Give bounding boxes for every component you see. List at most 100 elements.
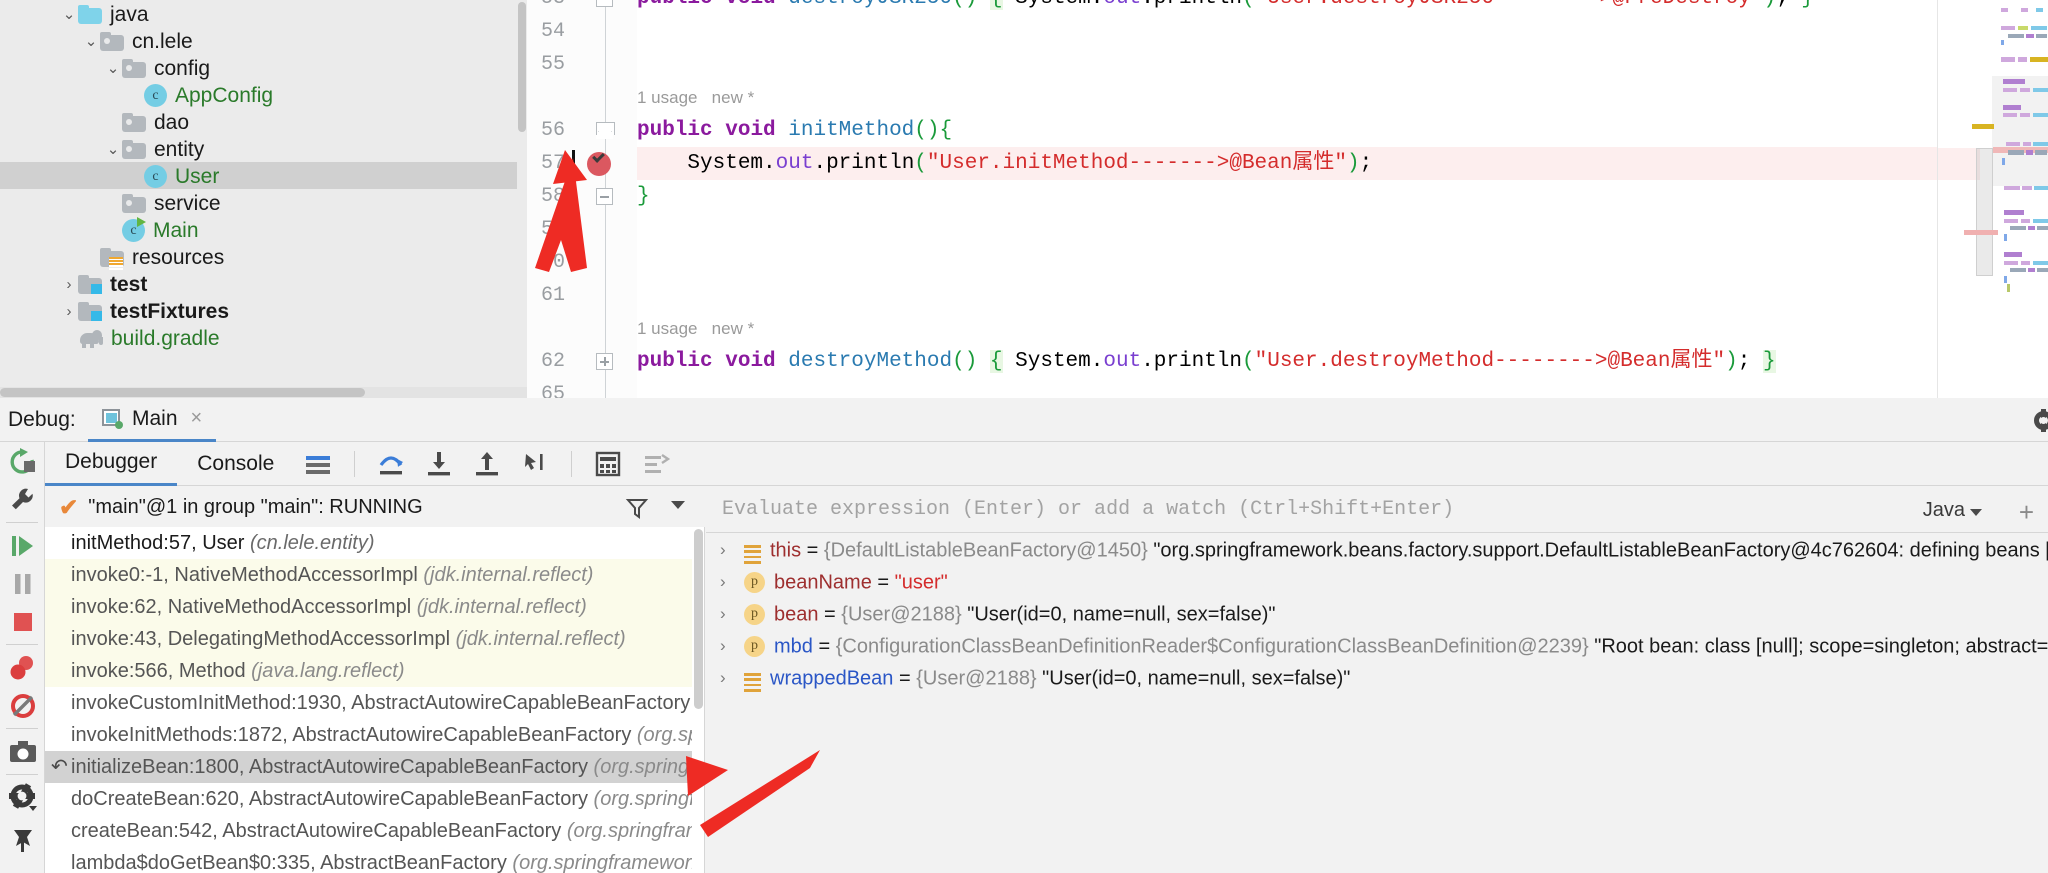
chevron-down-icon[interactable]: ⌄: [104, 136, 122, 163]
frame-method-label: lambda$doGetBean$0:335, AbstractBeanFact…: [71, 852, 507, 873]
tab-debugger[interactable]: Debugger: [45, 442, 178, 486]
scrollbar-thumb[interactable]: [518, 2, 526, 132]
evaluate-expression-input[interactable]: Evaluate expression (Enter) or add a wat…: [722, 498, 1454, 521]
step-into-icon[interactable]: [424, 449, 454, 479]
chevron-right-icon[interactable]: ›: [60, 298, 78, 325]
variables-panel[interactable]: › this = {DefaultListableBeanFactory@1450…: [706, 534, 2048, 873]
step-over-icon[interactable]: [376, 449, 406, 479]
tab-console[interactable]: Console: [177, 442, 294, 486]
frame-row[interactable]: doCreateBean:620, AbstractAutowireCapabl…: [45, 783, 704, 815]
code-editor[interactable]: 5354555657585960616265 public void destr…: [527, 0, 2048, 406]
filter-icon[interactable]: [625, 496, 649, 520]
project-tool-window[interactable]: ⌄ java ⌄ cn.lele ⌄ config AppConfig dao ⌄ entity U…: [0, 0, 527, 398]
settings-wrench-icon[interactable]: [7, 484, 39, 516]
tree-item-user[interactable]: User: [0, 162, 527, 189]
runnable-class-icon: [122, 216, 146, 242]
stop-icon[interactable]: [7, 606, 39, 638]
run-to-cursor-icon[interactable]: [520, 449, 550, 479]
frames-vertical-scrollbar[interactable]: [692, 527, 704, 873]
usage-hint-destroymethod[interactable]: 1 usage new *: [637, 312, 754, 345]
tree-item-entity[interactable]: ⌄ entity: [0, 135, 527, 162]
tree-item-dao[interactable]: dao: [0, 108, 527, 135]
evaluate-expression-icon[interactable]: [593, 449, 623, 479]
evaluate-expression-bar[interactable]: Evaluate expression (Enter) or add a wat…: [706, 487, 2048, 533]
debug-left-toolbar[interactable]: [0, 442, 45, 873]
tree-item-build-gradle[interactable]: build.gradle: [0, 324, 527, 351]
view-breakpoints-icon[interactable]: [7, 652, 39, 684]
camera-icon[interactable]: [7, 736, 39, 768]
tree-item-test[interactable]: › test: [0, 270, 527, 297]
close-icon[interactable]: ×: [191, 407, 203, 430]
minimap-code-block: [2003, 105, 2021, 110]
minimap-code-block: [2021, 219, 2030, 223]
tree-item-testfixtures[interactable]: › testFixtures: [0, 297, 527, 324]
minimap-code-block: [2031, 26, 2047, 30]
expand-arrow-icon[interactable]: ›: [720, 630, 726, 662]
show-execution-point-icon[interactable]: [303, 449, 333, 479]
toolbar-separator-2: [571, 450, 573, 477]
frame-row[interactable]: lambda$doGetBean$0:335, AbstractBeanFact…: [45, 847, 704, 873]
step-out-icon[interactable]: [472, 449, 502, 479]
tree-item-java[interactable]: ⌄ java: [0, 0, 527, 27]
expand-arrow-icon[interactable]: ›: [720, 534, 726, 566]
variable-row[interactable]: › bean = {User@2188} "User(id=0, name=nul…: [706, 598, 2048, 630]
expand-arrow-icon[interactable]: ›: [720, 598, 726, 630]
tree-item-appconfig[interactable]: AppConfig: [0, 81, 527, 108]
mute-breakpoints-icon[interactable]: [7, 690, 39, 722]
editor-gutter[interactable]: 5354555657585960616265: [527, 0, 637, 406]
frame-row[interactable]: invoke:566, Method (java.lang.reflect): [45, 655, 704, 687]
tree-item-service[interactable]: service: [0, 189, 527, 216]
frame-row[interactable]: invoke:43, DelegatingMethodAccessorImpl …: [45, 623, 704, 655]
minimap-scroll-thumb[interactable]: [1976, 148, 1993, 276]
tree-item-cn-lele[interactable]: ⌄ cn.lele: [0, 27, 527, 54]
pin-icon[interactable]: [7, 824, 39, 856]
minimap-code-block: [2004, 276, 2007, 283]
project-tree-horizontal-scrollbar[interactable]: [0, 387, 527, 398]
threads-and-variables-icon[interactable]: [641, 449, 671, 479]
tree-item-resources[interactable]: resources: [0, 243, 527, 270]
chevron-down-icon[interactable]: ⌄: [104, 55, 122, 82]
chevron-down-icon[interactable]: ⌄: [82, 28, 100, 55]
thread-selector-row[interactable]: ✔ "main"@1 in group "main": RUNNING: [45, 487, 705, 527]
minimap-code-block: [2004, 210, 2024, 215]
scrollbar-thumb[interactable]: [0, 388, 365, 397]
pause-program-icon[interactable]: [7, 568, 39, 600]
rerun-icon[interactable]: [7, 446, 39, 478]
breakpoint-icon[interactable]: [587, 150, 611, 176]
evaluate-language-selector[interactable]: Java: [1923, 499, 1982, 522]
line-number-56: 56: [540, 119, 565, 142]
frame-row[interactable]: invoke0:-1, NativeMethodAccessorImpl (jd…: [45, 559, 704, 591]
frame-row[interactable]: invoke:62, NativeMethodAccessorImpl (jdk…: [45, 591, 704, 623]
variable-row[interactable]: › this = {DefaultListableBeanFactory@1450…: [706, 534, 2048, 566]
debug-tab-strip[interactable]: Debugger Console: [45, 442, 2048, 486]
chevron-right-icon[interactable]: ›: [60, 271, 78, 298]
code-fold-toggle[interactable]: [596, 353, 613, 370]
debug-session-tab[interactable]: Main ×: [88, 398, 217, 442]
frame-row[interactable]: ↶ initializeBean:1800, AbstractAutowireCa…: [45, 751, 704, 783]
add-watch-icon[interactable]: +: [2019, 497, 2034, 528]
frame-row[interactable]: invokeInitMethods:1872, AbstractAutowire…: [45, 719, 704, 751]
frame-row[interactable]: createBean:542, AbstractAutowireCapableB…: [45, 815, 704, 847]
variable-row[interactable]: › wrappedBean = {User@2188} "User(id=0, n…: [706, 662, 2048, 694]
project-tree-vertical-scrollbar[interactable]: [517, 0, 527, 398]
code-fold-toggle[interactable]: [596, 188, 613, 205]
chevron-down-icon[interactable]: [671, 501, 685, 509]
code-fold-toggle[interactable]: [596, 0, 613, 7]
tree-item-config[interactable]: ⌄ config: [0, 54, 527, 81]
scrollbar-thumb[interactable]: [694, 529, 703, 709]
variable-row[interactable]: › mbd = {ConfigurationClassBeanDefinition…: [706, 630, 2048, 662]
usage-hint-initmethod[interactable]: 1 usage new *: [637, 81, 754, 114]
code-content[interactable]: public void destroyJSR250() { System.out…: [572, 0, 1937, 398]
frame-row[interactable]: initMethod:57, User (cn.lele.entity): [45, 527, 704, 559]
frame-row[interactable]: invokeCustomInitMethod:1930, AbstractAut…: [45, 687, 704, 719]
tree-item-main[interactable]: Main: [0, 216, 527, 243]
expand-arrow-icon[interactable]: ›: [720, 662, 726, 694]
settings-gear-icon[interactable]: [7, 782, 39, 814]
code-fold-toggle[interactable]: [596, 122, 615, 139]
chevron-down-icon[interactable]: ⌄: [60, 1, 78, 28]
expand-arrow-icon[interactable]: ›: [720, 566, 726, 598]
variable-row[interactable]: › beanName = "user": [706, 566, 2048, 598]
editor-minimap[interactable]: [1938, 0, 2048, 398]
frames-list[interactable]: initMethod:57, User (cn.lele.entity) invo…: [45, 527, 705, 873]
resume-program-icon[interactable]: [7, 530, 39, 562]
